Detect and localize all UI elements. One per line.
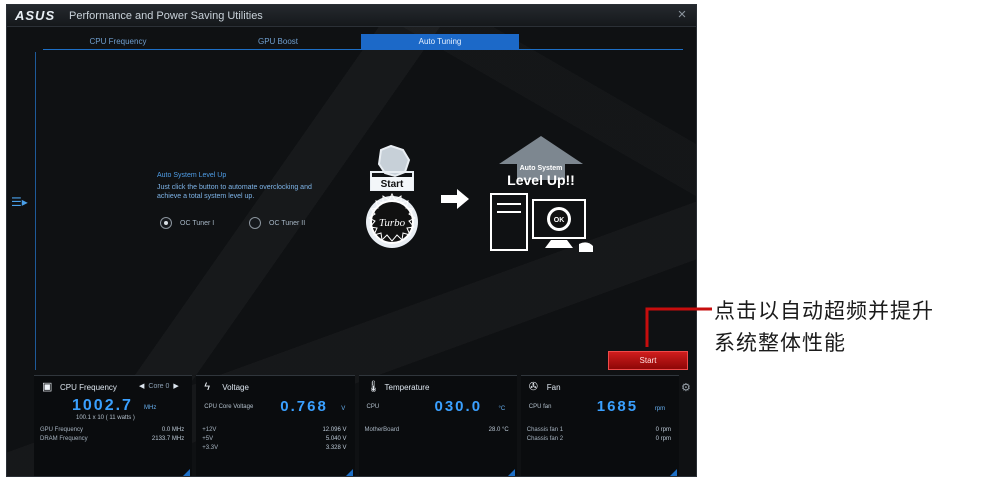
tab-bar: CPU Frequency GPU Boost Auto Tuning — [43, 34, 683, 50]
callout-line — [645, 307, 712, 347]
badge-start-text: Start — [381, 179, 404, 190]
oc-tuner-2-option[interactable]: OC Tuner II — [249, 216, 305, 230]
core-selector: ◀ Core 0 ▶ — [139, 382, 179, 391]
auto-level-description: Just click the button to automate overcl… — [157, 184, 312, 200]
voltage-12v-row: +12V 12.096 V — [202, 427, 347, 433]
tab-cpu-frequency[interactable]: CPU Frequency — [43, 34, 193, 50]
dram-frequency-row: DRAM Frequency 2133.7 MHz — [40, 436, 185, 442]
arrow-right-icon — [441, 189, 469, 209]
temperature-unit: °C — [498, 406, 506, 412]
temperature-panel-title: Temperature — [384, 382, 430, 392]
fan-unit: rpm — [654, 406, 666, 412]
core-prev-icon[interactable]: ◀ — [139, 382, 144, 390]
annotation-line-2: 系统整体性能 — [714, 331, 846, 355]
lightning-icon: ϟ — [204, 381, 211, 393]
voltage-panel: ϟ Voltage CPU Core Voltage 0.768 V +12V 12… — [196, 375, 355, 476]
cpu-core-voltage-value: 0.768 — [280, 398, 328, 415]
gear-icon[interactable]: ⚙ — [681, 381, 695, 395]
radio-unselected[interactable] — [249, 217, 261, 229]
voltage-3v3-row: +3.3V 3.328 V — [202, 445, 347, 451]
start-button[interactable]: Start — [608, 351, 688, 370]
levelup-small-text: Auto System — [520, 165, 563, 172]
voltage-unit: V — [341, 406, 346, 412]
core-next-icon[interactable]: ▶ — [173, 382, 178, 390]
fan-panel-title: Fan — [546, 382, 561, 392]
start-turbo-badge-icon: Start Turbo — [366, 144, 418, 248]
cpu-multiplier-text: 100.1 x 10 ( 11 watts ) — [76, 415, 135, 421]
oc-tuner-1-option[interactable]: OC Tuner I — [160, 216, 214, 230]
voltage-5v-row: +5V 5.040 V — [202, 436, 347, 442]
core-label: Core 0 — [148, 382, 170, 390]
badge-turbo-text: Turbo — [379, 217, 406, 229]
cpu-core-voltage-label: CPU Core Voltage — [204, 404, 254, 410]
oc-tuner-1-label: OC Tuner I — [180, 219, 215, 227]
window-title: Performance and Power Saving Utilities — [69, 10, 263, 22]
cpu-panel-title: CPU Frequency — [60, 382, 117, 392]
annotation-line-1: 点击以自动超频并提升 — [714, 299, 934, 323]
title-bar: ASUS Performance and Power Saving Utilit… — [7, 5, 696, 27]
monitor-panels: ▣ CPU Frequency ◀ Core 0 ▶ 1002.7 MHz 100… — [34, 375, 679, 476]
chassis-fan-2-row: Chassis fan 20 rpm — [526, 436, 671, 442]
close-icon[interactable]: × — [674, 7, 690, 23]
tab-gpu-boost[interactable]: GPU Boost — [203, 34, 353, 50]
auto-level-heading: Auto System Level Up — [157, 172, 227, 179]
cpu-fan-label: CPU fan — [528, 404, 552, 410]
tab-auto-tuning[interactable]: Auto Tuning — [361, 34, 519, 50]
thermometer-icon: 🌡 — [366, 381, 381, 393]
voltage-panel-title: Voltage — [222, 382, 249, 392]
level-up-illustration: Auto System Level Up!! OK — [490, 136, 593, 252]
cpu-chip-icon: ▣ — [42, 381, 53, 393]
radio-selected[interactable] — [160, 217, 172, 229]
temperature-panel: 🌡 Temperature CPU 030.0 °C MotherBoard 28.… — [358, 375, 517, 476]
cpu-temp-label: CPU — [366, 404, 380, 410]
cpu-frequency-panel: ▣ CPU Frequency ◀ Core 0 ▶ 1002.7 MHz 100… — [34, 375, 193, 476]
sidebar-toggle-icon[interactable]: ☰▸ — [11, 195, 29, 211]
cpu-temp-value: 030.0 — [434, 398, 483, 415]
fan-panel: ✇ Fan CPU fan 1685 rpm Chassis fan 10 rpm… — [520, 375, 679, 476]
cpu-frequency-unit: MHz — [144, 405, 157, 411]
fan-icon: ✇ — [528, 381, 538, 393]
motherboard-temp-row: MotherBoard 28.0 °C — [364, 427, 509, 433]
levelup-ok-text: OK — [554, 217, 565, 224]
app-window: ASUS Performance and Power Saving Utilit… — [6, 4, 697, 477]
oc-tuner-2-label: OC Tuner II — [269, 219, 306, 227]
gpu-frequency-row: GPU Frequency 0.0 MHz — [40, 427, 185, 433]
cpu-frequency-value: 1002.7 — [72, 397, 133, 414]
chassis-fan-1-row: Chassis fan 10 rpm — [526, 427, 671, 433]
levelup-big-text: Level Up!! — [507, 172, 575, 188]
asus-logo: ASUS — [15, 8, 56, 23]
cpu-fan-value: 1685 — [596, 398, 639, 415]
